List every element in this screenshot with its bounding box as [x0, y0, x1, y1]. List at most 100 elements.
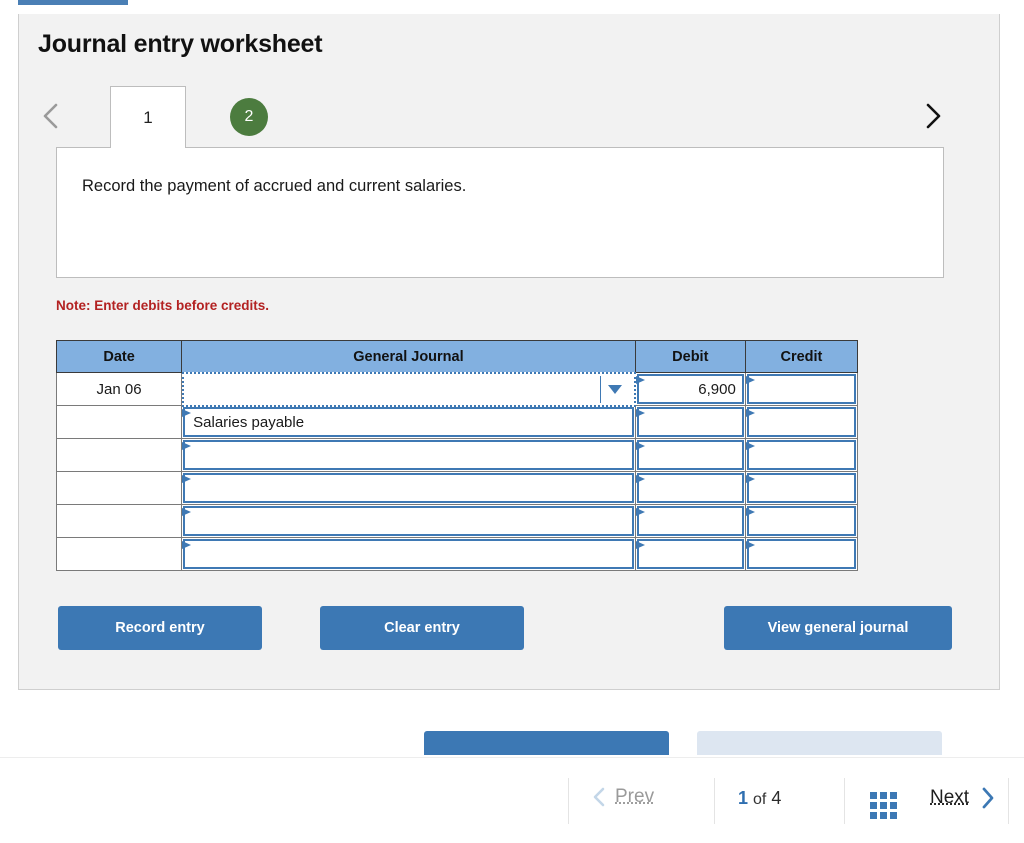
credit-input[interactable] [746, 506, 856, 536]
credit-input[interactable] [746, 374, 856, 404]
cell-account[interactable] [181, 438, 636, 472]
pager-divider [568, 778, 569, 824]
chevron-left-icon [593, 787, 605, 807]
tab-2[interactable]: 2 [230, 98, 268, 136]
view-general-journal-button[interactable]: View general journal [724, 606, 952, 650]
cell-credit[interactable] [744, 405, 859, 439]
cell-debit[interactable] [634, 471, 746, 505]
account-input[interactable] [183, 473, 634, 503]
cell-credit[interactable] [744, 438, 859, 472]
pager-divider [1008, 778, 1009, 824]
tab-prev-button[interactable] [34, 98, 68, 134]
cell-marker-icon [635, 475, 645, 483]
prev-page-label: Prev [615, 786, 655, 807]
prompt-text: Record the payment of accrued and curren… [82, 177, 467, 195]
table-row [55, 471, 859, 505]
debit-input[interactable] [636, 473, 744, 503]
cell-marker-icon [745, 409, 755, 417]
cell-debit[interactable] [634, 438, 746, 472]
table-row [55, 504, 859, 538]
footer-divider [0, 757, 1024, 758]
account-dropdown-button[interactable] [599, 376, 630, 403]
cell-account[interactable]: Salaries payable [181, 405, 636, 439]
cell-marker-icon [635, 541, 645, 549]
record-entry-button[interactable]: Record entry [58, 606, 262, 650]
cell-marker-icon [182, 541, 192, 549]
account-input[interactable] [183, 539, 634, 569]
cell-account[interactable] [181, 537, 636, 571]
page-title: Journal entry worksheet [38, 30, 323, 58]
page-of-label: of [753, 791, 767, 808]
cell-account[interactable] [181, 471, 636, 505]
cell-marker-icon [745, 475, 755, 483]
cell-marker-icon [182, 475, 192, 483]
cell-marker-icon [745, 541, 755, 549]
credit-input[interactable] [746, 440, 856, 470]
debit-input[interactable] [636, 440, 744, 470]
cell-date[interactable] [55, 438, 183, 472]
cell-date[interactable] [55, 504, 183, 538]
column-header-general-journal: General Journal [181, 340, 636, 373]
cell-date[interactable] [55, 471, 183, 505]
cell-credit[interactable] [744, 537, 859, 571]
tab-strip: 1 2 [32, 86, 952, 148]
cell-account-active[interactable] [181, 372, 636, 407]
cell-marker-icon [745, 376, 755, 384]
debit-input[interactable] [636, 407, 744, 437]
cell-credit[interactable] [744, 504, 859, 538]
cell-debit[interactable] [634, 504, 746, 538]
debit-input[interactable] [636, 506, 744, 536]
prompt-box: Record the payment of accrued and curren… [56, 147, 944, 278]
page-indicator: 1 of 4 [738, 788, 781, 809]
next-page-button[interactable]: Next [930, 786, 995, 810]
grid-view-icon[interactable] [870, 792, 897, 819]
table-row [55, 438, 859, 472]
next-page-label: Next [930, 787, 970, 808]
cell-credit[interactable] [744, 372, 859, 406]
cell-account[interactable] [181, 504, 636, 538]
table-row: Salaries payable [55, 405, 859, 439]
column-header-debit: Debit [634, 340, 746, 373]
account-combobox[interactable] [182, 372, 636, 407]
chevron-down-icon [608, 385, 623, 394]
cutoff-primary-button[interactable] [424, 731, 669, 755]
cell-marker-icon [745, 508, 755, 516]
pager-divider [714, 778, 715, 824]
credit-input[interactable] [746, 407, 856, 437]
column-header-date: Date [55, 340, 183, 373]
credit-input[interactable] [746, 539, 856, 569]
account-input[interactable] [183, 506, 634, 536]
account-input[interactable] [183, 440, 634, 470]
table-row [55, 537, 859, 571]
debit-input[interactable]: 6,900 [636, 374, 744, 404]
chevron-right-icon [926, 103, 941, 129]
cell-marker-icon [635, 376, 645, 384]
cell-date[interactable] [55, 405, 183, 439]
top-progress-bar [18, 0, 128, 5]
cell-date[interactable]: Jan 06 [55, 372, 183, 406]
cutoff-secondary-button[interactable] [697, 731, 942, 755]
tab-1-label: 1 [143, 107, 153, 127]
debit-input[interactable] [636, 539, 744, 569]
pager-divider [844, 778, 845, 824]
cell-date[interactable] [55, 537, 183, 571]
tab-1[interactable]: 1 [110, 86, 186, 148]
tab-next-button[interactable] [916, 98, 950, 134]
credit-input[interactable] [746, 473, 856, 503]
cell-marker-icon [182, 409, 192, 417]
cell-marker-icon [635, 508, 645, 516]
clear-entry-button[interactable]: Clear entry [320, 606, 524, 650]
cell-debit[interactable] [634, 537, 746, 571]
cell-credit[interactable] [744, 471, 859, 505]
column-header-credit: Credit [744, 340, 859, 373]
cell-marker-icon [745, 442, 755, 450]
prev-page-button[interactable]: Prev [592, 786, 654, 808]
account-input[interactable]: Salaries payable [183, 407, 634, 437]
cell-debit[interactable] [634, 405, 746, 439]
total-page-number: 4 [771, 788, 782, 808]
debits-before-credits-note: Note: Enter debits before credits. [56, 298, 270, 313]
cell-debit[interactable]: 6,900 [634, 372, 746, 406]
table-row: Jan 06 6,900 [55, 372, 859, 407]
chevron-left-icon [43, 103, 58, 129]
cell-marker-icon [635, 409, 645, 417]
